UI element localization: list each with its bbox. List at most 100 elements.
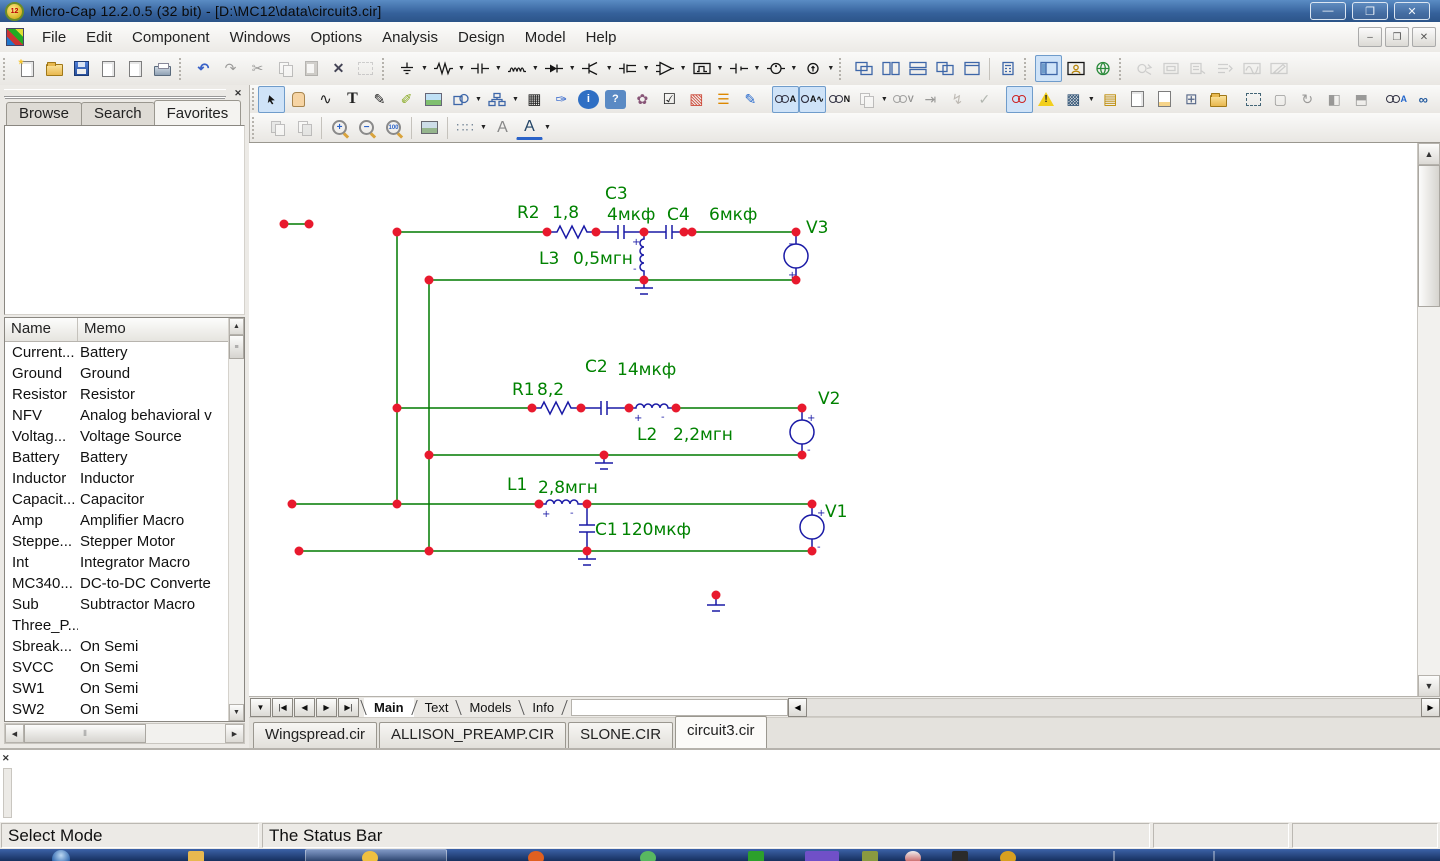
menu-item[interactable]: Model <box>515 25 576 50</box>
grid-dots-icon[interactable]: ∷∷ <box>452 114 479 141</box>
windows-taskbar[interactable] <box>0 849 1440 861</box>
panel-tab[interactable]: Favorites <box>153 100 242 125</box>
waveform-icon[interactable] <box>1238 55 1265 82</box>
label-L1-name[interactable]: L1 <box>507 475 527 495</box>
menu-item[interactable]: Design <box>448 25 515 50</box>
list-horizontal-scrollbar[interactable]: ◀ ⦀ ▶ <box>4 723 245 744</box>
font-color-dropdown[interactable]: ▼ <box>544 124 551 131</box>
diode-dropdown[interactable]: ▼ <box>569 65 576 72</box>
panel-toggle-icon[interactable] <box>1035 55 1063 82</box>
scrollbar-track[interactable] <box>807 698 1421 717</box>
taskbar-app-icon[interactable] <box>748 851 764 861</box>
scroll-left-icon[interactable]: ◀ <box>5 724 24 743</box>
show-currents-icon[interactable]: ⇥ <box>917 86 944 113</box>
flip-y-icon[interactable]: ⬒ <box>1348 86 1375 113</box>
capacitor-icon[interactable] <box>467 55 494 82</box>
schematic-vertical-scrollbar[interactable]: ▲ ▼ <box>1417 143 1440 697</box>
panel-tab[interactable]: Browse <box>6 102 83 125</box>
mc-app-icon[interactable]: 12 <box>5 1 24 21</box>
inductor-dropdown[interactable]: ▼ <box>532 65 539 72</box>
scroll-up-icon[interactable]: ▲ <box>1418 143 1440 165</box>
label-L1-value[interactable]: 2,8мгн <box>538 478 598 498</box>
minimize-button[interactable]: — <box>1310 2 1346 20</box>
redo-icon[interactable]: ↷ <box>217 55 244 82</box>
prev-sheet-icon[interactable]: ◀ <box>294 698 315 717</box>
table-row[interactable]: NFV Analog behavioral v <box>5 405 244 426</box>
restore-button[interactable]: ❐ <box>1352 2 1388 20</box>
menu-item[interactable]: Component <box>122 25 220 50</box>
scrollbar-thumb[interactable]: ≡ <box>229 335 244 359</box>
label-C3-value[interactable]: 4мкф <box>607 205 655 225</box>
table-row[interactable]: MC340... DC-to-DC Converte <box>5 573 244 594</box>
rotate-icon[interactable]: ↻ <box>1294 86 1321 113</box>
scrollbar-thumb[interactable] <box>1418 165 1440 307</box>
table-row[interactable]: Int Integrator Macro <box>5 552 244 573</box>
taskbar-folder-icon[interactable] <box>188 851 204 861</box>
label-L3-name[interactable]: L3 <box>539 249 559 269</box>
new-file-icon[interactable] <box>14 55 41 82</box>
resistor-icon[interactable] <box>430 55 457 82</box>
next-sheet-icon[interactable]: ▶ <box>316 698 337 717</box>
inductor-icon[interactable] <box>504 55 531 82</box>
file-tab[interactable]: SLONE.CIR <box>568 722 674 749</box>
scroll-right-icon[interactable]: ▶ <box>225 724 244 743</box>
box-icon[interactable]: ▢ <box>1267 86 1294 113</box>
last-sheet-icon[interactable]: ▶| <box>338 698 359 717</box>
voltage-source-icon[interactable] <box>762 55 789 82</box>
font-icon[interactable]: A <box>489 114 516 141</box>
flip-x-icon[interactable]: ◧ <box>1321 86 1348 113</box>
resistor-dropdown[interactable]: ▼ <box>458 65 465 72</box>
show-voltages-icon[interactable]: V <box>890 86 917 113</box>
print-preview-icon[interactable] <box>122 55 149 82</box>
current-source-icon[interactable] <box>799 55 826 82</box>
send-back-icon[interactable] <box>290 114 317 141</box>
zoom-in-icon[interactable]: + <box>326 114 353 141</box>
label-L2-name[interactable]: L2 <box>637 425 657 445</box>
table-row[interactable]: SVCC On Semi <box>5 657 244 678</box>
diode-icon[interactable] <box>541 55 568 82</box>
pulse-source-dropdown[interactable]: ▼ <box>717 65 724 72</box>
select-region-icon[interactable] <box>352 55 379 82</box>
menu-item[interactable]: File <box>32 25 76 50</box>
inductor-L2[interactable] <box>629 403 676 409</box>
show-attribute-text-icon[interactable]: A <box>771 85 799 113</box>
mosfet-icon[interactable] <box>615 55 642 82</box>
scroll-down-icon[interactable]: ▼ <box>1418 675 1440 697</box>
font-color-icon[interactable]: A <box>515 116 543 140</box>
calculator-icon[interactable] <box>994 55 1021 82</box>
wire-mode-icon[interactable]: ∿ <box>312 86 339 113</box>
panel-close-icon[interactable]: ✕ <box>231 87 245 100</box>
sheet-list-icon[interactable]: ▼ <box>250 698 271 717</box>
label-C2-name[interactable]: C2 <box>585 357 608 377</box>
panel-tab[interactable]: Search <box>81 102 155 125</box>
panel-grip[interactable]: ✕ <box>0 85 249 101</box>
delete-icon[interactable]: ✕ <box>325 55 352 82</box>
column-header-name[interactable]: Name <box>5 318 78 341</box>
paste-icon[interactable] <box>298 55 325 82</box>
properties-icon[interactable] <box>1205 86 1232 113</box>
tile-vertical-icon[interactable] <box>877 55 904 82</box>
inductor-L1[interactable] <box>539 499 587 505</box>
column-header-memo[interactable]: Memo <box>78 318 132 341</box>
check-icon[interactable]: ☑ <box>656 86 683 113</box>
show-values-icon[interactable]: A∿ <box>798 85 826 113</box>
label-R2-name[interactable]: R2 <box>517 203 540 223</box>
info-icon[interactable]: i <box>577 89 599 109</box>
capacitor-dropdown[interactable]: ▼ <box>495 65 502 72</box>
circuit-drawing[interactable]: +- −+ + - +- + - +- R2 1,8 C3 4мкф C4 6м… <box>249 143 1417 697</box>
label-C1-value[interactable]: 120мкф <box>621 520 691 540</box>
flowchart-icon[interactable] <box>484 86 511 113</box>
opamp-icon[interactable] <box>652 55 679 82</box>
sheet-tab[interactable]: Info <box>522 698 564 717</box>
table-row[interactable]: Sub Subtractor Macro <box>5 594 244 615</box>
line-mode-icon[interactable]: ✎ <box>366 86 393 113</box>
file-tab[interactable]: ALLISON_PREAMP.CIR <box>379 722 567 749</box>
scrollbar-thumb[interactable]: ⦀ <box>24 724 146 743</box>
undo-icon[interactable]: ↶ <box>190 55 217 82</box>
pencil-icon[interactable]: ✐ <box>393 86 420 113</box>
probe-icon[interactable] <box>1265 55 1292 82</box>
stepping-icon[interactable] <box>1184 55 1211 82</box>
label-R2-value[interactable]: 1,8 <box>552 203 579 223</box>
overlap-windows-icon[interactable] <box>931 55 958 82</box>
taskbar-app-icon[interactable] <box>528 851 544 861</box>
